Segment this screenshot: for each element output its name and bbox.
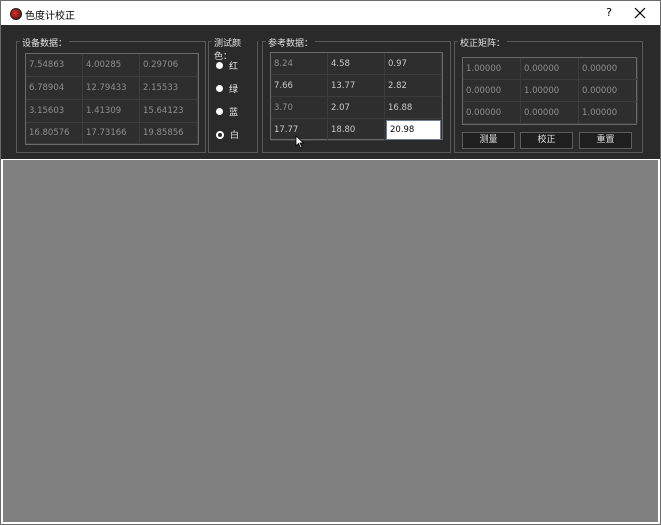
window-title: 色度计校正 — [25, 11, 75, 22]
test-color-group: 测试颜色： 红 绿 蓝 白 — [208, 36, 258, 153]
calibration-matrix-group: 校正矩阵： 1.00000 0.00000 0.00000 0.00000 1.… — [454, 36, 643, 153]
radio-label-red: 红 — [229, 62, 239, 72]
device-cell[interactable]: 19.85856 — [140, 123, 198, 144]
title-bar[interactable]: 色度计校正 ? — [1, 1, 660, 25]
help-button[interactable]: ? — [601, 4, 617, 22]
matrix-cell[interactable]: 0.00000 — [463, 80, 521, 102]
device-cell[interactable]: 2.15533 — [140, 77, 198, 100]
radio-label-blue: 蓝 — [229, 108, 239, 118]
reference-cell-editor[interactable]: 20.98 — [386, 120, 441, 140]
radio-button-white[interactable] — [216, 130, 224, 139]
app-icon — [10, 8, 22, 20]
reference-cell[interactable]: 2.07 — [328, 97, 385, 119]
matrix-cell[interactable]: 0.00000 — [521, 58, 579, 80]
reference-cell[interactable]: 13.77 — [328, 75, 385, 97]
control-panel: 设备数据： 7.54863 4.00285 0.29706 6.78904 12… — [1, 25, 660, 159]
radio-green[interactable]: 绿 — [216, 82, 238, 95]
radio-blue[interactable]: 蓝 — [216, 105, 238, 118]
mouse-cursor-icon — [295, 135, 305, 149]
matrix-cell[interactable]: 0.00000 — [579, 80, 638, 102]
calibration-matrix-title: 校正矩阵： — [458, 36, 508, 49]
matrix-cell[interactable]: 0.00000 — [463, 102, 521, 124]
radio-label-white: 白 — [230, 131, 240, 141]
device-cell[interactable]: 15.64123 — [140, 100, 198, 123]
device-cell[interactable]: 12.79433 — [83, 77, 140, 100]
device-data-table: 7.54863 4.00285 0.29706 6.78904 12.79433… — [25, 53, 199, 145]
device-cell[interactable]: 16.80576 — [26, 123, 83, 144]
device-data-group: 设备数据： 7.54863 4.00285 0.29706 6.78904 12… — [16, 36, 206, 153]
device-data-title: 设备数据： — [20, 36, 70, 49]
radio-red[interactable]: 红 — [216, 59, 238, 72]
reset-button[interactable]: 重置 — [579, 132, 632, 149]
device-cell[interactable]: 0.29706 — [140, 54, 198, 77]
device-cell[interactable]: 4.00285 — [83, 54, 140, 77]
measure-button[interactable]: 测量 — [462, 132, 515, 149]
preview-area — [3, 160, 658, 522]
device-cell[interactable]: 7.54863 — [26, 54, 83, 77]
radio-label-green: 绿 — [229, 85, 239, 95]
matrix-cell[interactable]: 1.00000 — [463, 58, 521, 80]
device-cell[interactable]: 1.41309 — [83, 100, 140, 123]
matrix-cell[interactable]: 1.00000 — [521, 80, 579, 102]
matrix-cell[interactable]: 0.00000 — [521, 102, 579, 124]
close-icon — [634, 7, 646, 19]
device-cell[interactable]: 3.15603 — [26, 100, 83, 123]
reference-cell[interactable]: 18.80 — [328, 119, 385, 141]
reference-cell[interactable]: 4.58 — [328, 53, 385, 75]
reference-cell[interactable]: 16.88 — [385, 97, 442, 119]
matrix-cell[interactable]: 0.00000 — [579, 58, 638, 80]
radio-button-red[interactable] — [216, 62, 223, 69]
reference-cell[interactable]: 0.97 — [385, 53, 442, 75]
calibration-matrix-table: 1.00000 0.00000 0.00000 0.00000 1.00000 … — [462, 57, 638, 125]
calibrate-button[interactable]: 校正 — [520, 132, 573, 149]
device-cell[interactable]: 17.73166 — [83, 123, 140, 144]
reference-data-title: 参考数据： — [266, 36, 316, 49]
reference-cell[interactable]: 7.66 — [271, 75, 328, 97]
device-cell[interactable]: 6.78904 — [26, 77, 83, 100]
reference-cell[interactable]: 2.82 — [385, 75, 442, 97]
reference-data-group: 参考数据： 8.24 4.58 0.97 7.66 13.77 2.82 3.7… — [262, 36, 451, 153]
reference-cell[interactable]: 3.70 — [271, 97, 328, 119]
close-button[interactable] — [631, 4, 649, 22]
reference-cell[interactable]: 8.24 — [271, 53, 328, 75]
app-window: 色度计校正 ? 设备数据： 7.54863 4.00285 0.29706 6.… — [0, 0, 661, 525]
radio-button-green[interactable] — [216, 85, 223, 92]
radio-white[interactable]: 白 — [216, 128, 239, 141]
matrix-cell[interactable]: 1.00000 — [579, 102, 638, 124]
radio-button-blue[interactable] — [216, 108, 223, 115]
reference-data-table: 8.24 4.58 0.97 7.66 13.77 2.82 3.70 2.07… — [270, 52, 443, 141]
